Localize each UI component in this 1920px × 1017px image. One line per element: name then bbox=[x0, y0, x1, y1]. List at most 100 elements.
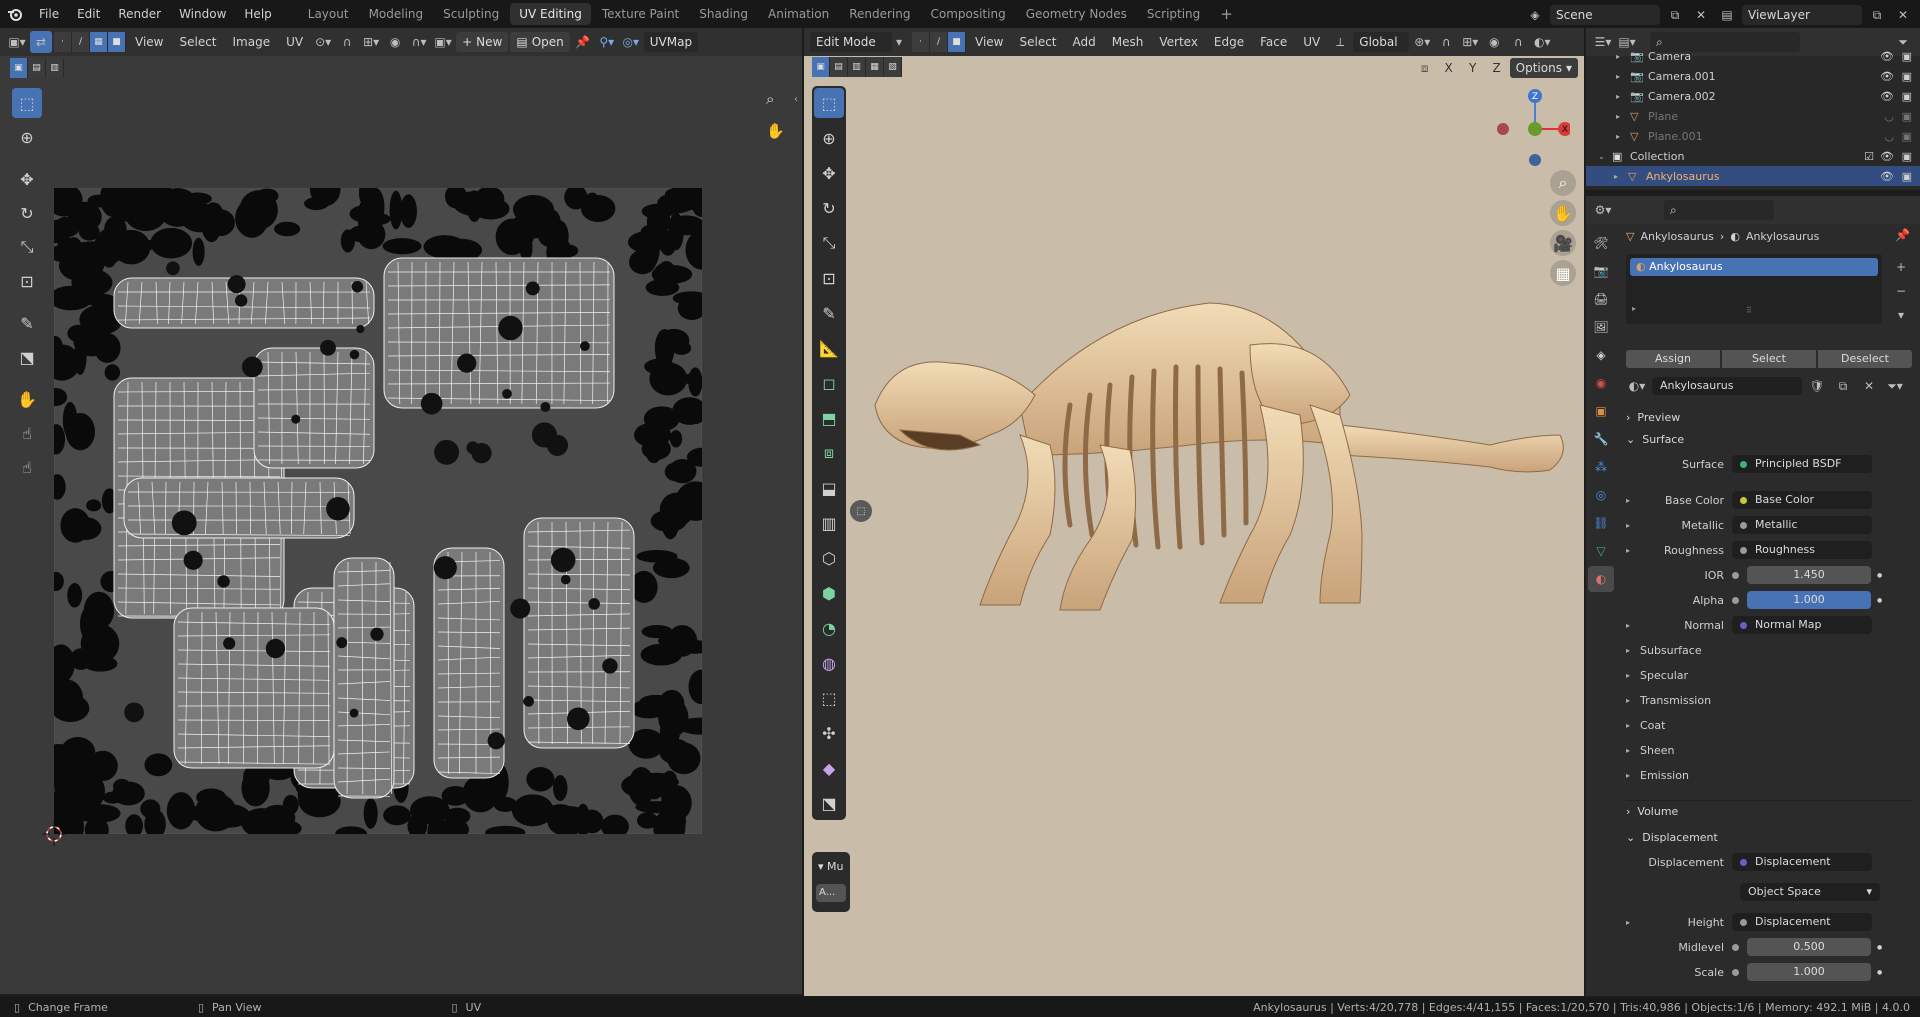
physics-tab-icon[interactable]: ◎ bbox=[1588, 482, 1614, 508]
constraints-tab-icon[interactable]: ⛓ bbox=[1588, 510, 1614, 536]
volume-panel-header[interactable]: › Volume bbox=[1626, 800, 1912, 822]
uv-select-mode[interactable]: · / ▦ ■ bbox=[54, 32, 126, 52]
collection-checkbox-icon[interactable]: ☑ bbox=[1864, 150, 1874, 163]
sync-selection-icon[interactable]: ⇄ bbox=[30, 31, 52, 53]
modifier-tab-icon[interactable]: 🔧 bbox=[1588, 426, 1614, 452]
tool-tab-icon[interactable]: 🛠 bbox=[1588, 230, 1614, 256]
falloff-icon[interactable]: ∩▾ bbox=[408, 31, 430, 53]
scale-field[interactable]: 1.000 bbox=[1747, 963, 1871, 981]
expand-arrow-icon[interactable]: ▸ bbox=[1614, 172, 1618, 181]
material-browse-icon[interactable]: ◐▾ bbox=[1626, 375, 1648, 397]
uv-zoom-icon[interactable]: ⌕ bbox=[766, 90, 774, 108]
duplicate-material-icon[interactable]: ⧉ bbox=[1832, 375, 1854, 397]
vp-menu-vertex[interactable]: Vertex bbox=[1152, 31, 1205, 53]
shader-subsection[interactable]: ▸ Specular bbox=[1626, 665, 1912, 685]
rip-tool-icon[interactable]: ⬔ bbox=[12, 342, 42, 372]
render-camera-icon[interactable]: ▣ bbox=[1902, 170, 1912, 183]
scale-keyframe-icon[interactable]: ● bbox=[1877, 969, 1882, 976]
new-view-layer-icon[interactable]: ⧉ bbox=[1866, 4, 1888, 26]
snap-toggle-icon[interactable]: ∩ bbox=[1435, 31, 1457, 53]
material-slot-item[interactable]: ◐ Ankylosaurus bbox=[1630, 258, 1878, 276]
pin-icon[interactable]: 📌 bbox=[572, 31, 594, 53]
menu-file[interactable]: File bbox=[30, 0, 68, 28]
mirror-x-toggle[interactable]: X bbox=[1438, 57, 1460, 79]
menu-window[interactable]: Window bbox=[170, 0, 235, 28]
vp-menu-add[interactable]: Add bbox=[1066, 31, 1103, 53]
orientation-selector[interactable]: Global bbox=[1353, 32, 1410, 52]
viewport-drag-handle-icon[interactable]: ⬚ bbox=[850, 500, 872, 522]
shader-subsection[interactable]: ▸ Sheen bbox=[1626, 740, 1912, 760]
tab-texture-paint[interactable]: Texture Paint bbox=[593, 3, 688, 25]
uv-sidebar-toggle-icon[interactable]: ‹ bbox=[794, 94, 798, 105]
options-button[interactable]: Options ▾ bbox=[1509, 58, 1578, 78]
delete-view-layer-icon[interactable]: ✕ bbox=[1892, 4, 1914, 26]
navigation-gizmo[interactable]: Z X bbox=[1490, 86, 1572, 166]
uv-canvas[interactable] bbox=[54, 188, 702, 834]
new-image-button[interactable]: + New bbox=[456, 32, 509, 52]
vp-transform-tool-icon[interactable]: ⊡ bbox=[814, 263, 844, 293]
outliner-item[interactable]: ⌄ ▣ Collection 👁 ▣ ☑ bbox=[1586, 146, 1920, 166]
vp-menu-edge[interactable]: Edge bbox=[1207, 31, 1251, 53]
vp-menu-mesh[interactable]: Mesh bbox=[1105, 31, 1151, 53]
displacement-field[interactable]: Displacement bbox=[1732, 853, 1872, 871]
data-tab-icon[interactable]: ▽ bbox=[1588, 538, 1614, 564]
new-scene-icon[interactable]: ⧉ bbox=[1664, 4, 1686, 26]
input-expand-icon[interactable]: ▸ bbox=[1626, 496, 1640, 505]
last-operator-panel[interactable]: ▾ Mu A... bbox=[812, 852, 850, 912]
render-tab-icon[interactable]: 📷 bbox=[1588, 258, 1614, 284]
slot-list-resize-icon[interactable]: ⠿ bbox=[1746, 306, 1752, 315]
shader-input-field[interactable]: Roughness bbox=[1732, 541, 1872, 559]
render-camera-icon[interactable]: ▣ bbox=[1902, 50, 1912, 63]
mirror-z-toggle[interactable]: Z bbox=[1486, 57, 1508, 79]
vp-add-cube-tool-icon[interactable]: ◻ bbox=[814, 368, 844, 398]
visibility-eye-icon[interactable]: 👁 bbox=[1880, 150, 1894, 163]
last-operator-value[interactable]: A... bbox=[816, 884, 846, 902]
uv-menu-uv[interactable]: UV bbox=[279, 31, 310, 53]
shader-subsection[interactable]: ▸ Subsurface bbox=[1626, 640, 1912, 660]
snap-icon[interactable]: ∩ bbox=[336, 31, 358, 53]
view-layer-icon[interactable]: ▤ bbox=[1716, 4, 1738, 26]
open-image-button[interactable]: ▤ Open bbox=[510, 32, 570, 52]
preview-panel-header[interactable]: › Preview bbox=[1626, 406, 1912, 428]
midlevel-keyframe-icon[interactable]: ● bbox=[1877, 944, 1882, 951]
visibility-eye-icon[interactable]: 👁 bbox=[1880, 170, 1894, 183]
outliner-item[interactable]: ▸ 📷 Camera 👁 ▣ bbox=[1586, 46, 1920, 66]
displacement-panel-header[interactable]: ⌄ Displacement bbox=[1626, 826, 1912, 848]
tab-geometry-nodes[interactable]: Geometry Nodes bbox=[1017, 3, 1136, 25]
orientation-icon[interactable]: ⟂ bbox=[1329, 31, 1351, 53]
output-tab-icon[interactable]: 🖨 bbox=[1588, 286, 1614, 312]
keyframe-icon[interactable]: ● bbox=[1877, 597, 1882, 604]
move-tool-icon[interactable]: ✥ bbox=[12, 164, 42, 194]
scene-field[interactable]: Scene bbox=[1550, 5, 1660, 25]
height-field[interactable]: Displacement bbox=[1732, 913, 1872, 931]
select-box-tool-icon[interactable]: ⬚ bbox=[12, 88, 42, 118]
vp-pan-icon[interactable]: ✋ bbox=[1550, 200, 1576, 226]
vp-smooth-tool-icon[interactable]: ◍ bbox=[814, 648, 844, 678]
mesh-select-mode[interactable]: · / ■ bbox=[912, 32, 966, 52]
shader-subsection[interactable]: ▸ Transmission bbox=[1626, 690, 1912, 710]
vp-perspective-toggle-icon[interactable]: ▦ bbox=[1550, 260, 1576, 286]
view-layer-tab-icon[interactable]: 🖼 bbox=[1588, 314, 1614, 340]
pin-properties-icon[interactable]: 📌 bbox=[1895, 228, 1910, 242]
viewport-select-mode-buttons[interactable]: ▣ ▤ ▥ ▦ ▧ bbox=[812, 57, 902, 77]
outliner-item[interactable]: ▸ ▽ Plane ◡ ▣ bbox=[1586, 106, 1920, 126]
object-tab-icon[interactable]: ▣ bbox=[1588, 398, 1614, 424]
vp-knife-tool-icon[interactable]: ⬡ bbox=[814, 543, 844, 573]
surface-shader-field[interactable]: Principled BSDF bbox=[1732, 455, 1872, 473]
transform-tool-icon[interactable]: ⊡ bbox=[12, 266, 42, 296]
mode-dropdown-icon[interactable]: ▾ bbox=[888, 31, 910, 53]
shader-subsection[interactable]: ▸ Coat bbox=[1626, 715, 1912, 735]
fake-user-icon[interactable]: 🛡 bbox=[1806, 375, 1828, 397]
vp-bevel-tool-icon[interactable]: ⬓ bbox=[814, 473, 844, 503]
midlevel-field[interactable]: 0.500 bbox=[1747, 938, 1871, 956]
uv-sticky-icon[interactable]: ⚲▾ bbox=[596, 31, 618, 53]
expand-arrow-icon[interactable]: ▸ bbox=[1616, 52, 1620, 61]
vp-scale-tool-icon[interactable]: ⤡ bbox=[814, 228, 844, 258]
mode-selector[interactable]: Edit Mode bbox=[810, 32, 892, 52]
vp-move-tool-icon[interactable]: ✥ bbox=[814, 158, 844, 188]
shader-input-value[interactable]: 1.450 bbox=[1747, 566, 1871, 584]
visibility-eye-icon[interactable]: ◡ bbox=[1884, 130, 1894, 143]
input-expand-icon[interactable]: ▸ bbox=[1626, 546, 1640, 555]
scene-tab-icon[interactable]: ◈ bbox=[1588, 342, 1614, 368]
vp-inset-tool-icon[interactable]: ⧈ bbox=[814, 438, 844, 468]
